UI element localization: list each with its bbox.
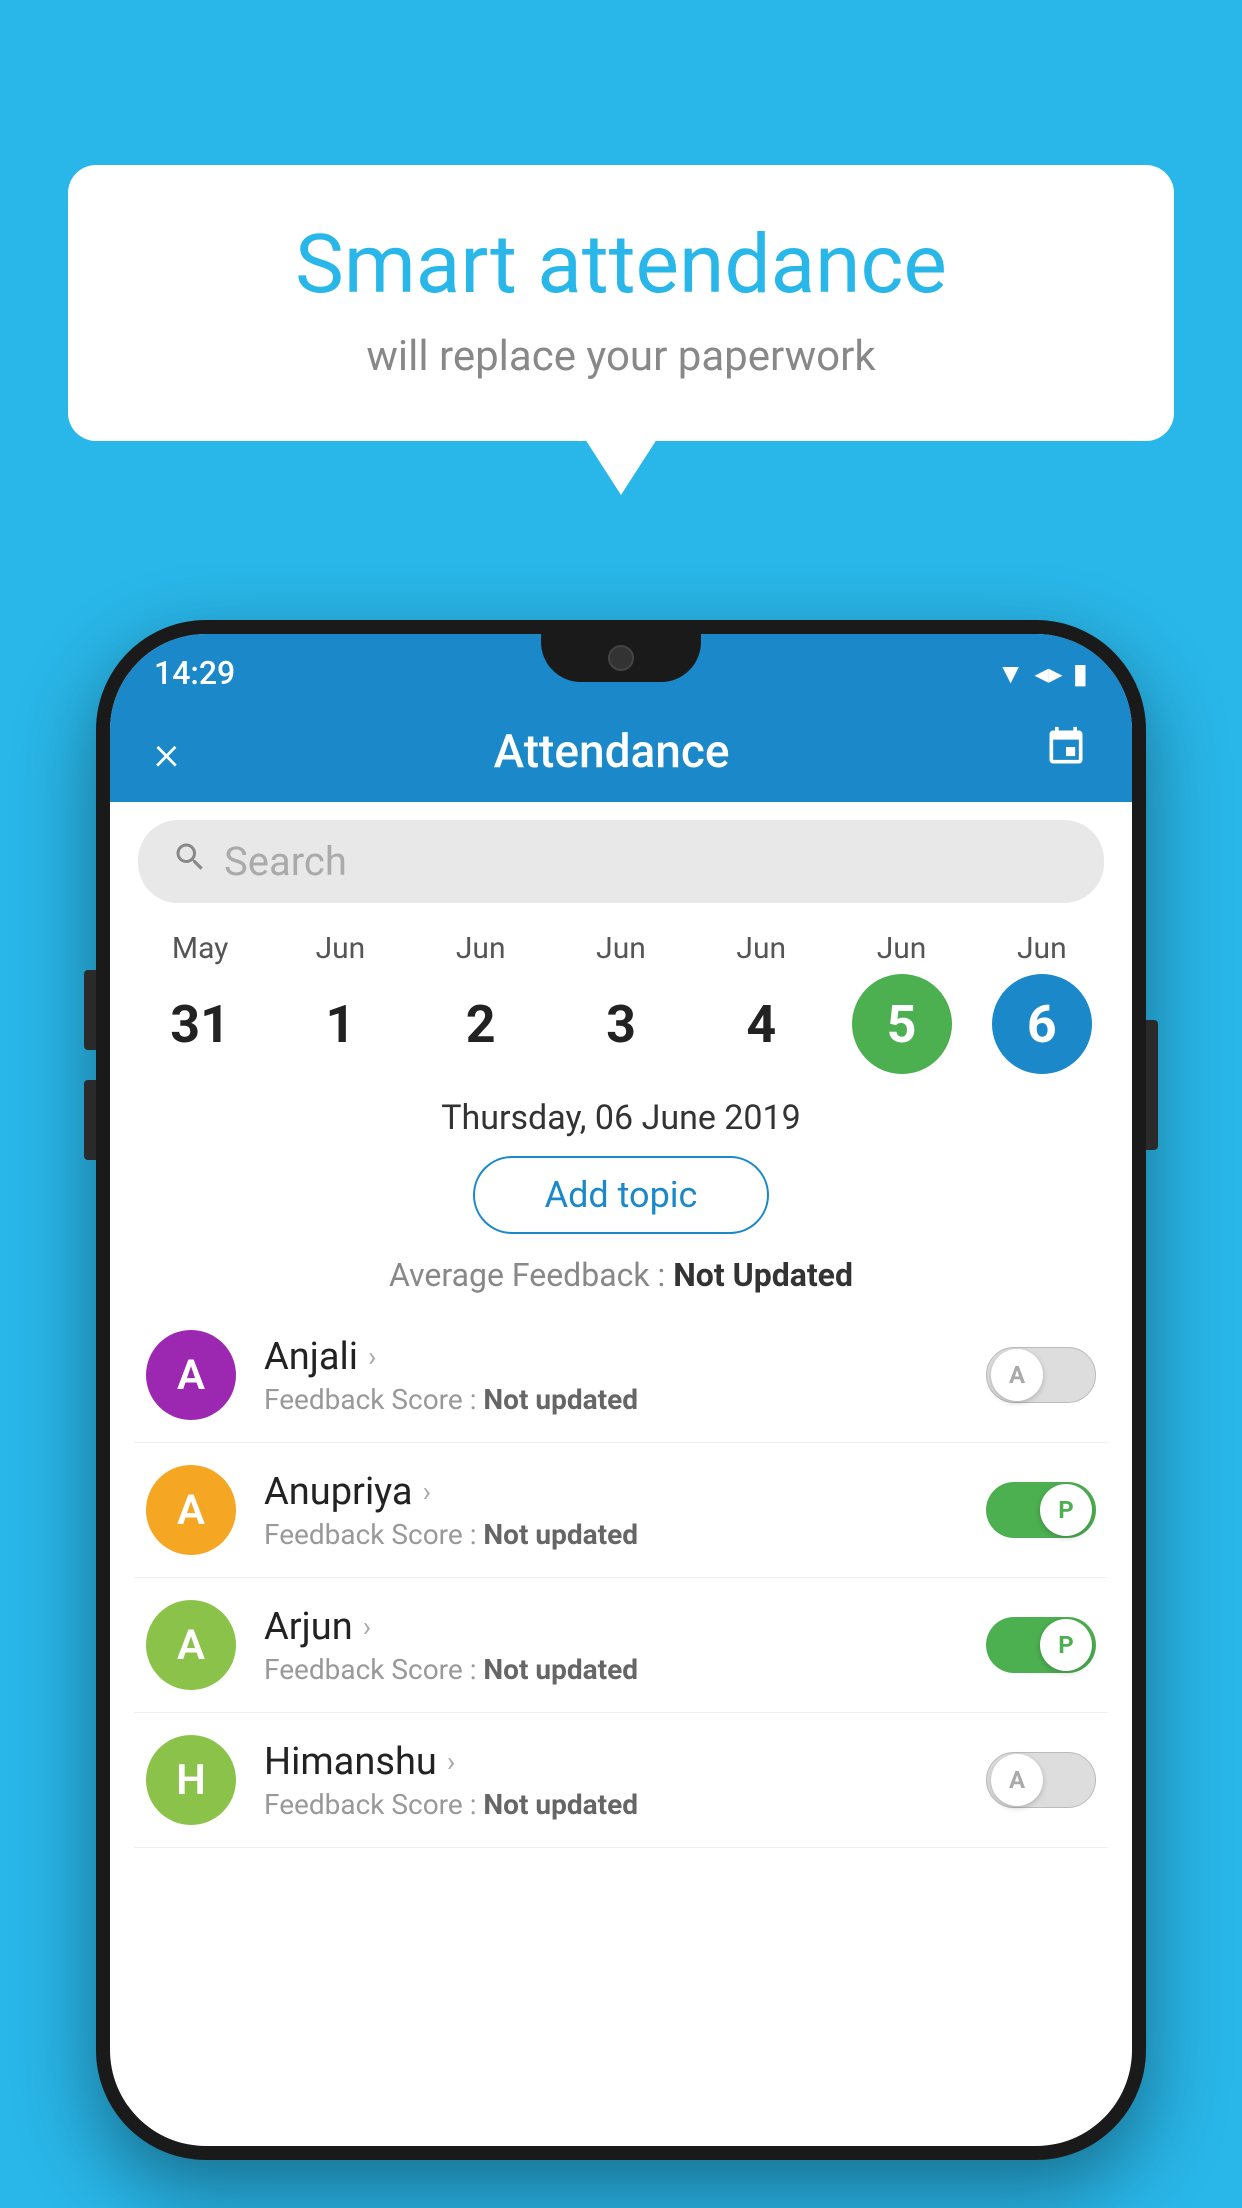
student-info: Anupriya › Feedback Score : Not updated: [264, 1470, 958, 1551]
student-name: Arjun ›: [264, 1605, 958, 1649]
avatar: H: [146, 1735, 236, 1825]
cal-month-label: Jun: [316, 931, 366, 966]
student-item[interactable]: A Anjali › Feedback Score : Not updated A: [134, 1308, 1108, 1443]
student-item[interactable]: H Himanshu › Feedback Score : Not updated A: [134, 1713, 1108, 1848]
cal-date-number: 1: [290, 974, 390, 1074]
student-feedback: Feedback Score : Not updated: [264, 1383, 958, 1416]
signal-icon: ◂▸: [1034, 657, 1062, 690]
student-info: Arjun › Feedback Score : Not updated: [264, 1605, 958, 1686]
cal-date-number: 3: [571, 974, 671, 1074]
side-button-left-bottom: [84, 1080, 96, 1160]
wifi-icon: ▼: [997, 657, 1025, 690]
side-button-right: [1146, 1020, 1158, 1150]
calendar-strip: May 31 Jun 1 Jun 2 Jun 3 Jun 4 Jun 5 Jun 6: [110, 921, 1132, 1090]
cal-date-number: 4: [711, 974, 811, 1074]
phone-wrapper: 14:29 ▼ ◂▸ ▮ × Attendance: [96, 620, 1146, 2160]
toggle-knob: A: [991, 1349, 1043, 1401]
calendar-day-4[interactable]: Jun 3: [561, 931, 681, 1074]
student-item[interactable]: A Arjun › Feedback Score : Not updated P: [134, 1578, 1108, 1713]
calendar-day-5[interactable]: Jun 4: [701, 931, 821, 1074]
calendar-day-7[interactable]: Jun 6: [982, 931, 1102, 1074]
cal-month-label: Jun: [596, 931, 646, 966]
attendance-toggle[interactable]: P: [986, 1482, 1096, 1538]
speech-bubble-subtitle: will replace your paperwork: [128, 332, 1114, 381]
status-time: 14:29: [154, 654, 235, 692]
toggle-knob: P: [1040, 1484, 1092, 1536]
app-header: × Attendance: [110, 702, 1132, 802]
chevron-icon: ›: [368, 1340, 376, 1373]
student-feedback: Feedback Score : Not updated: [264, 1518, 958, 1551]
student-name: Himanshu ›: [264, 1740, 958, 1784]
speech-bubble: Smart attendance will replace your paper…: [68, 165, 1174, 441]
student-feedback: Feedback Score : Not updated: [264, 1788, 958, 1821]
speech-bubble-title: Smart attendance: [128, 220, 1114, 310]
battery-icon: ▮: [1073, 657, 1088, 690]
selected-date-label: Thursday, 06 June 2019: [110, 1090, 1132, 1156]
calendar-day-1[interactable]: May 31: [140, 931, 260, 1074]
phone-notch: [541, 634, 701, 682]
chevron-icon: ›: [363, 1610, 371, 1643]
student-name: Anupriya ›: [264, 1470, 958, 1514]
page-title: Attendance: [494, 725, 730, 779]
search-input[interactable]: Search: [224, 838, 347, 885]
avatar: A: [146, 1465, 236, 1555]
cal-month-label: Jun: [1017, 931, 1067, 966]
chevron-icon: ›: [447, 1745, 455, 1778]
student-list: AAnjali ›Feedback Score : Not updatedAAA…: [110, 1308, 1132, 1848]
attendance-toggle[interactable]: A: [986, 1752, 1096, 1808]
cal-month-label: Jun: [736, 931, 786, 966]
cal-date-number: 31: [150, 974, 250, 1074]
cal-month-label: Jun: [877, 931, 927, 966]
avatar: A: [146, 1330, 236, 1420]
cal-date-number: 5: [852, 974, 952, 1074]
student-feedback: Feedback Score : Not updated: [264, 1653, 958, 1686]
close-button[interactable]: ×: [154, 724, 179, 781]
calendar-day-2[interactable]: Jun 1: [280, 931, 400, 1074]
cal-month-label: Jun: [456, 931, 506, 966]
phone-outer: 14:29 ▼ ◂▸ ▮ × Attendance: [96, 620, 1146, 2160]
camera-notch: [608, 645, 634, 671]
avatar: A: [146, 1600, 236, 1690]
phone-screen: 14:29 ▼ ◂▸ ▮ × Attendance: [110, 634, 1132, 2146]
side-button-left-top: [84, 970, 96, 1050]
search-bar[interactable]: Search: [138, 820, 1104, 903]
cal-month-label: May: [172, 931, 228, 966]
student-name: Anjali ›: [264, 1335, 958, 1379]
status-icons: ▼ ◂▸ ▮: [997, 657, 1088, 690]
chevron-icon: ›: [423, 1475, 431, 1508]
calendar-day-6[interactable]: Jun 5: [842, 931, 962, 1074]
toggle-knob: P: [1040, 1619, 1092, 1671]
calendar-day-3[interactable]: Jun 2: [421, 931, 541, 1074]
attendance-toggle[interactable]: P: [986, 1617, 1096, 1673]
cal-date-number: 6: [992, 974, 1092, 1074]
search-icon: [172, 839, 208, 885]
add-topic-button[interactable]: Add topic: [473, 1156, 770, 1234]
calendar-icon[interactable]: [1044, 725, 1088, 779]
student-item[interactable]: A Anupriya › Feedback Score : Not updated P: [134, 1443, 1108, 1578]
student-info: Himanshu › Feedback Score : Not updated: [264, 1740, 958, 1821]
attendance-toggle[interactable]: A: [986, 1347, 1096, 1403]
toggle-knob: A: [991, 1754, 1043, 1806]
cal-date-number: 2: [431, 974, 531, 1074]
average-feedback: Average Feedback : Not Updated: [110, 1256, 1132, 1294]
student-info: Anjali › Feedback Score : Not updated: [264, 1335, 958, 1416]
